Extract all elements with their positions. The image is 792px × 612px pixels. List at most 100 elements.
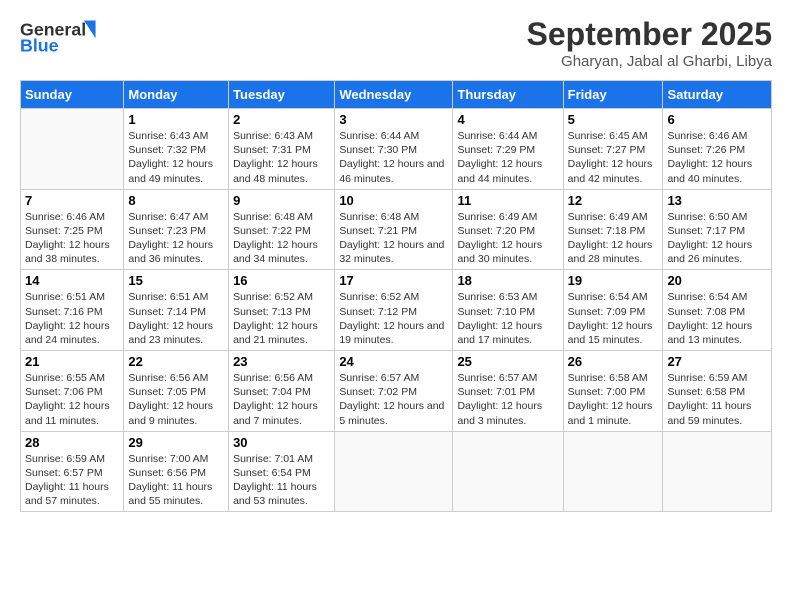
calendar-cell: 16 Sunrise: 6:52 AMSunset: 7:13 PMDayligh… — [229, 270, 335, 351]
calendar-cell: 25 Sunrise: 6:57 AMSunset: 7:01 PMDayligh… — [453, 351, 563, 432]
logo: General Blue — [20, 16, 100, 56]
day-header-sunday: Sunday — [21, 81, 124, 109]
day-header-thursday: Thursday — [453, 81, 563, 109]
day-info: Sunrise: 6:49 AMSunset: 7:20 PMDaylight:… — [457, 210, 558, 267]
calendar-cell: 21 Sunrise: 6:55 AMSunset: 7:06 PMDayligh… — [21, 351, 124, 432]
day-info: Sunrise: 6:56 AMSunset: 7:04 PMDaylight:… — [233, 371, 330, 428]
day-info: Sunrise: 6:45 AMSunset: 7:27 PMDaylight:… — [568, 129, 659, 186]
calendar-cell: 1 Sunrise: 6:43 AMSunset: 7:32 PMDaylight… — [124, 109, 229, 190]
day-header-monday: Monday — [124, 81, 229, 109]
calendar-cell: 11 Sunrise: 6:49 AMSunset: 7:20 PMDayligh… — [453, 189, 563, 270]
day-info: Sunrise: 6:58 AMSunset: 7:00 PMDaylight:… — [568, 371, 659, 428]
day-number: 15 — [128, 273, 224, 288]
calendar-cell: 3Sunrise: 6:44 AMSunset: 7:30 PMDaylight… — [335, 109, 453, 190]
day-number: 12 — [568, 193, 659, 208]
day-number: 10 — [339, 193, 448, 208]
day-number: 7 — [25, 193, 119, 208]
calendar-cell: 6 Sunrise: 6:46 AMSunset: 7:26 PMDaylight… — [663, 109, 772, 190]
day-info: Sunrise: 6:55 AMSunset: 7:06 PMDaylight:… — [25, 371, 119, 428]
day-info: Sunrise: 6:49 AMSunset: 7:18 PMDaylight:… — [568, 210, 659, 267]
day-info: Sunrise: 6:59 AMSunset: 6:58 PMDaylight:… — [667, 371, 767, 428]
day-info: Sunrise: 6:50 AMSunset: 7:17 PMDaylight:… — [667, 210, 767, 267]
calendar-cell: 22Sunrise: 6:56 AMSunset: 7:05 PMDayligh… — [124, 351, 229, 432]
day-number: 8 — [128, 193, 224, 208]
day-info: Sunrise: 6:54 AMSunset: 7:09 PMDaylight:… — [568, 290, 659, 347]
svg-text:Blue: Blue — [20, 36, 59, 56]
day-number: 26 — [568, 354, 659, 369]
day-info: Sunrise: 6:43 AMSunset: 7:32 PMDaylight:… — [128, 129, 224, 186]
day-number: 1 — [128, 112, 224, 127]
day-number: 6 — [667, 112, 767, 127]
day-info: Sunrise: 6:51 AMSunset: 7:16 PMDaylight:… — [25, 290, 119, 347]
calendar-week-4: 21 Sunrise: 6:55 AMSunset: 7:06 PMDayligh… — [21, 351, 772, 432]
day-info: Sunrise: 7:00 AMSunset: 6:56 PMDaylight:… — [128, 452, 224, 509]
day-info: Sunrise: 6:48 AMSunset: 7:21 PMDaylight:… — [339, 210, 448, 267]
calendar-cell: 19 Sunrise: 6:54 AMSunset: 7:09 PMDayligh… — [563, 270, 663, 351]
day-number: 9 — [233, 193, 330, 208]
day-number: 25 — [457, 354, 558, 369]
day-info: Sunrise: 6:53 AMSunset: 7:10 PMDaylight:… — [457, 290, 558, 347]
day-number: 4 — [457, 112, 558, 127]
day-info: Sunrise: 6:52 AMSunset: 7:12 PMDaylight:… — [339, 290, 448, 347]
calendar-cell — [335, 431, 453, 512]
day-number: 22 — [128, 354, 224, 369]
day-number: 19 — [568, 273, 659, 288]
calendar-cell: 12 Sunrise: 6:49 AMSunset: 7:18 PMDayligh… — [563, 189, 663, 270]
calendar-cell — [563, 431, 663, 512]
day-number: 28 — [25, 435, 119, 450]
day-info: Sunrise: 6:43 AMSunset: 7:31 PMDaylight:… — [233, 129, 330, 186]
day-info: Sunrise: 6:57 AMSunset: 7:02 PMDaylight:… — [339, 371, 448, 428]
calendar-week-5: 28 Sunrise: 6:59 AMSunset: 6:57 PMDayligh… — [21, 431, 772, 512]
calendar-cell: 10 Sunrise: 6:48 AMSunset: 7:21 PMDayligh… — [335, 189, 453, 270]
day-header-wednesday: Wednesday — [335, 81, 453, 109]
calendar-cell — [663, 431, 772, 512]
day-number: 17 — [339, 273, 448, 288]
calendar-week-1: 1 Sunrise: 6:43 AMSunset: 7:32 PMDaylight… — [21, 109, 772, 190]
day-info: Sunrise: 6:57 AMSunset: 7:01 PMDaylight:… — [457, 371, 558, 428]
calendar-cell — [453, 431, 563, 512]
calendar-cell — [21, 109, 124, 190]
day-number: 13 — [667, 193, 767, 208]
calendar-cell: 2 Sunrise: 6:43 AMSunset: 7:31 PMDaylight… — [229, 109, 335, 190]
day-number: 3 — [339, 112, 448, 127]
calendar-cell: 17 Sunrise: 6:52 AMSunset: 7:12 PMDayligh… — [335, 270, 453, 351]
day-header-friday: Friday — [563, 81, 663, 109]
calendar-cell: 5 Sunrise: 6:45 AMSunset: 7:27 PMDaylight… — [563, 109, 663, 190]
day-number: 11 — [457, 193, 558, 208]
calendar-cell: 28 Sunrise: 6:59 AMSunset: 6:57 PMDayligh… — [21, 431, 124, 512]
day-info: Sunrise: 6:47 AMSunset: 7:23 PMDaylight:… — [128, 210, 224, 267]
day-number: 16 — [233, 273, 330, 288]
day-number: 5 — [568, 112, 659, 127]
page-header: General Blue September 2025 Gharyan, Jab… — [20, 16, 772, 70]
day-number: 29 — [128, 435, 224, 450]
calendar-cell: 27Sunrise: 6:59 AMSunset: 6:58 PMDayligh… — [663, 351, 772, 432]
location-subtitle: Gharyan, Jabal al Gharbi, Libya — [527, 53, 772, 70]
day-number: 2 — [233, 112, 330, 127]
calendar-cell: 4 Sunrise: 6:44 AMSunset: 7:29 PMDaylight… — [453, 109, 563, 190]
calendar-cell: 7Sunrise: 6:46 AMSunset: 7:25 PMDaylight… — [21, 189, 124, 270]
day-info: Sunrise: 6:51 AMSunset: 7:14 PMDaylight:… — [128, 290, 224, 347]
day-number: 18 — [457, 273, 558, 288]
day-number: 20 — [667, 273, 767, 288]
calendar-header-row: SundayMondayTuesdayWednesdayThursdayFrid… — [21, 81, 772, 109]
day-info: Sunrise: 6:52 AMSunset: 7:13 PMDaylight:… — [233, 290, 330, 347]
title-block: September 2025 Gharyan, Jabal al Gharbi,… — [527, 16, 772, 70]
calendar-cell: 23 Sunrise: 6:56 AMSunset: 7:04 PMDayligh… — [229, 351, 335, 432]
calendar-table: SundayMondayTuesdayWednesdayThursdayFrid… — [20, 80, 772, 512]
calendar-cell: 14Sunrise: 6:51 AMSunset: 7:16 PMDayligh… — [21, 270, 124, 351]
calendar-week-2: 7Sunrise: 6:46 AMSunset: 7:25 PMDaylight… — [21, 189, 772, 270]
calendar-cell: 29 Sunrise: 7:00 AMSunset: 6:56 PMDayligh… — [124, 431, 229, 512]
day-info: Sunrise: 6:46 AMSunset: 7:26 PMDaylight:… — [667, 129, 767, 186]
calendar-cell: 20 Sunrise: 6:54 AMSunset: 7:08 PMDayligh… — [663, 270, 772, 351]
day-info: Sunrise: 6:44 AMSunset: 7:29 PMDaylight:… — [457, 129, 558, 186]
day-number: 21 — [25, 354, 119, 369]
day-info: Sunrise: 6:54 AMSunset: 7:08 PMDaylight:… — [667, 290, 767, 347]
day-number: 23 — [233, 354, 330, 369]
calendar-cell: 13 Sunrise: 6:50 AMSunset: 7:17 PMDayligh… — [663, 189, 772, 270]
day-info: Sunrise: 7:01 AMSunset: 6:54 PMDaylight:… — [233, 452, 330, 509]
day-info: Sunrise: 6:59 AMSunset: 6:57 PMDaylight:… — [25, 452, 119, 509]
day-number: 30 — [233, 435, 330, 450]
day-header-tuesday: Tuesday — [229, 81, 335, 109]
calendar-cell: 24Sunrise: 6:57 AMSunset: 7:02 PMDayligh… — [335, 351, 453, 432]
calendar-cell: 9Sunrise: 6:48 AMSunset: 7:22 PMDaylight… — [229, 189, 335, 270]
